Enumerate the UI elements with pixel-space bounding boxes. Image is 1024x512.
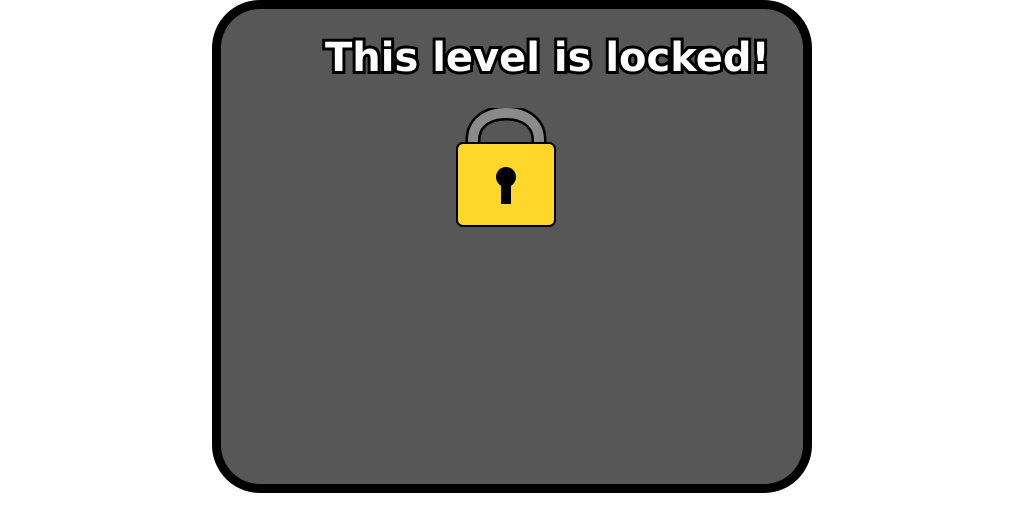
level-locked-title: This level is locked! [322, 32, 773, 84]
padlock-icon [456, 108, 556, 227]
